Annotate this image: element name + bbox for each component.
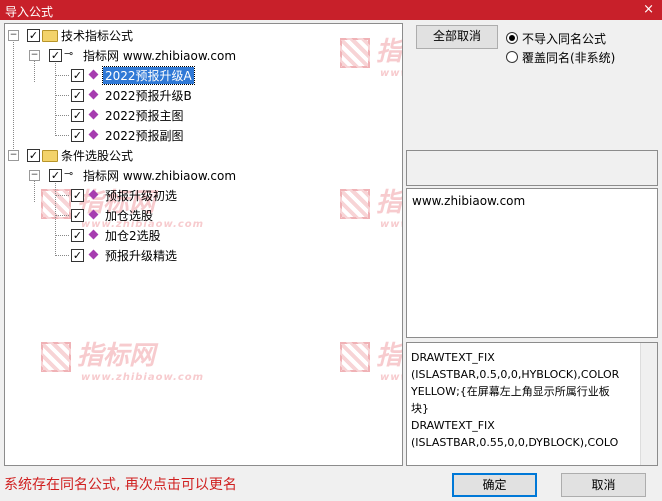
title-bar: 导入公式 × xyxy=(0,0,662,20)
watermark-logo-icon xyxy=(340,38,370,68)
formula-tree[interactable]: 指标网 www.zhibiaow.com 指标网 www.zhibiaow.co… xyxy=(4,23,403,466)
watermark: 指标网 www.zhibiaow.com xyxy=(41,342,204,383)
item-checkbox[interactable]: ✓ xyxy=(71,129,84,142)
close-icon[interactable]: × xyxy=(643,2,654,17)
collapse-icon[interactable]: − xyxy=(29,170,40,181)
cancel-button[interactable]: 取消 xyxy=(561,473,646,497)
item-label: 预报升级初选 xyxy=(105,189,178,203)
item-label: 加仓选股 xyxy=(105,209,154,223)
code-scrollbar[interactable] xyxy=(640,343,657,465)
formula-icon xyxy=(88,129,99,140)
cancel-all-button[interactable]: 全部取消 xyxy=(416,25,498,49)
folder-icon xyxy=(42,30,58,42)
radio-no-import-label[interactable]: 不导入同名公式 xyxy=(522,30,606,47)
status-message: 系统存在同名公式, 再次点击可以更名 xyxy=(4,477,237,493)
item-checkbox[interactable]: ✓ xyxy=(71,209,84,222)
formula-code-text: DRAWTEXT_FIX (ISLASTBAR,0.5,0,0,HYBLOCK)… xyxy=(411,351,620,449)
item-label: 预报升级精选 xyxy=(105,249,178,263)
formula-icon xyxy=(88,189,99,200)
group-2-checkbox[interactable]: ✓ xyxy=(27,149,40,162)
item-checkbox[interactable]: ✓ xyxy=(71,89,84,102)
watermark-logo-icon xyxy=(41,342,71,372)
item-checkbox[interactable]: ✓ xyxy=(71,109,84,122)
window-title: 导入公式 xyxy=(5,5,54,19)
ok-button[interactable]: 确定 xyxy=(452,473,537,497)
radio-no-import[interactable] xyxy=(506,32,518,44)
watermark: 指标网 www.zhibiaow.com xyxy=(340,38,402,79)
tree-line xyxy=(55,60,56,136)
source-url-text: www.zhibiaow.com xyxy=(412,194,526,208)
collapse-icon[interactable]: − xyxy=(29,50,40,61)
item-checkbox[interactable]: ✓ xyxy=(71,229,84,242)
source-1-label: 指标网 www.zhibiaow.com xyxy=(83,49,237,63)
tree-line xyxy=(13,40,14,157)
radio-overwrite[interactable] xyxy=(506,51,518,63)
item-checkbox[interactable]: ✓ xyxy=(71,189,84,202)
collapse-icon[interactable]: − xyxy=(8,150,19,161)
folder-icon xyxy=(42,150,58,162)
key-icon: ⊸ xyxy=(64,167,74,180)
radio-overwrite-label[interactable]: 覆盖同名(非系统) xyxy=(522,49,615,66)
group-1-label: 技术指标公式 xyxy=(61,29,134,43)
item-label: 加仓2选股 xyxy=(105,229,161,243)
tree-line xyxy=(34,180,35,202)
item-label: 2022预报主图 xyxy=(105,109,184,123)
formula-icon xyxy=(88,249,99,260)
item-checkbox[interactable]: ✓ xyxy=(71,69,84,82)
group-1-checkbox[interactable]: ✓ xyxy=(27,29,40,42)
group-2-label: 条件选股公式 xyxy=(61,149,134,163)
item-label-selected: 2022预报升级A xyxy=(102,66,195,85)
source-2-checkbox[interactable]: ✓ xyxy=(49,169,62,182)
formula-code-box[interactable]: DRAWTEXT_FIX (ISLASTBAR,0.5,0,0,HYBLOCK)… xyxy=(406,342,658,466)
source-1-checkbox[interactable]: ✓ xyxy=(49,49,62,62)
item-label: 2022预报升级B xyxy=(105,89,192,103)
description-box: www.zhibiaow.com xyxy=(406,188,658,338)
formula-icon xyxy=(88,229,99,240)
source-2-label: 指标网 www.zhibiaow.com xyxy=(83,169,237,183)
info-box-empty xyxy=(406,150,658,186)
watermark: 指标网 www.zhibiaow.com xyxy=(340,189,402,230)
formula-icon xyxy=(88,69,99,80)
formula-icon xyxy=(88,89,99,100)
key-icon: ⊸ xyxy=(64,47,74,60)
item-checkbox[interactable]: ✓ xyxy=(71,249,84,262)
formula-icon xyxy=(88,209,99,220)
watermark-logo-icon xyxy=(340,342,370,372)
watermark-logo-icon xyxy=(340,189,370,219)
item-label: 2022预报副图 xyxy=(105,129,184,143)
tree-line xyxy=(34,60,35,82)
tree-line xyxy=(55,180,56,256)
watermark: 指标网 www.zhibiaow.com xyxy=(340,342,402,383)
formula-icon xyxy=(88,109,99,120)
collapse-icon[interactable]: − xyxy=(8,30,19,41)
